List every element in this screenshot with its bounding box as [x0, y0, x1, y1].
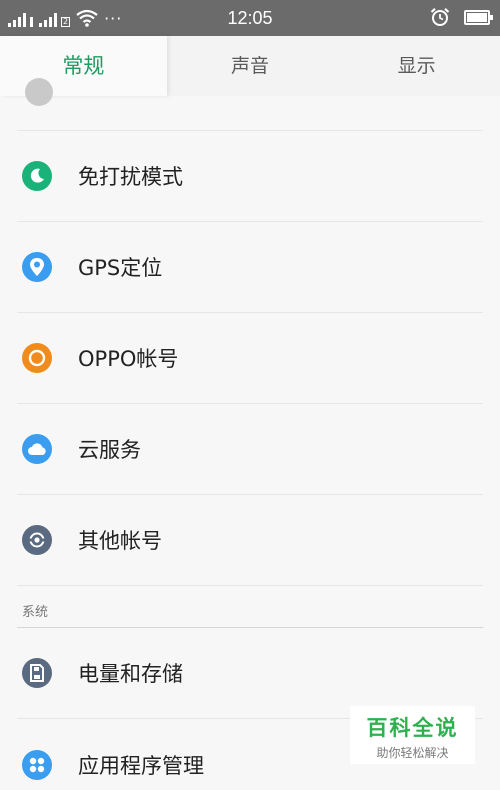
status-bar: 2 ··· 12:05 [0, 0, 500, 36]
cloud-icon [22, 434, 52, 464]
list-item-other-accounts[interactable]: 其他帐号 [17, 495, 483, 586]
list-item-do-not-disturb[interactable]: 免打扰模式 [17, 131, 483, 222]
watermark-logo: 百科全说 助你轻松解决 [350, 706, 475, 764]
list-item-label: 其他帐号 [78, 529, 162, 553]
watermark-title: 百科全说 [366, 716, 459, 740]
tab-sound[interactable]: 声音 [167, 36, 334, 96]
settings-list: 免打扰模式 GPS定位 OPPO帐号 云服务 其他帐号 系统 电量和存储 应用程… [0, 78, 500, 790]
list-item-label: 免打扰模式 [78, 165, 183, 189]
section-header-system: 系统 [17, 586, 483, 628]
status-right [430, 7, 493, 27]
list-item-label: OPPO帐号 [78, 347, 179, 371]
list-item-gps[interactable]: GPS定位 [17, 222, 483, 313]
list-item-label: 云服务 [78, 438, 141, 462]
watermark-subtitle: 助你轻松解决 [376, 746, 449, 760]
sync-account-icon [22, 525, 52, 555]
storage-icon [22, 658, 52, 688]
account-circle-icon [22, 343, 52, 373]
list-item-oppo-account[interactable]: OPPO帐号 [17, 313, 483, 404]
list-item-label: 电量和存储 [78, 662, 183, 686]
list-item-cloud-service[interactable]: 云服务 [17, 404, 483, 495]
alarm-clock-icon [430, 7, 450, 26]
list-item-partial[interactable] [17, 78, 483, 131]
tab-display[interactable]: 显示 [333, 36, 500, 96]
status-time: 12:05 [227, 8, 273, 28]
partial-item-icon [25, 78, 53, 106]
location-pin-icon [22, 252, 52, 282]
battery-icon [464, 9, 493, 25]
list-item-label: GPS定位 [78, 256, 163, 280]
settings-tabs: 常规 声音 显示 [0, 36, 500, 96]
list-item-label: 应用程序管理 [78, 753, 204, 778]
moon-icon [22, 161, 52, 191]
battery-fill [467, 12, 487, 22]
apps-icon [22, 749, 52, 780]
